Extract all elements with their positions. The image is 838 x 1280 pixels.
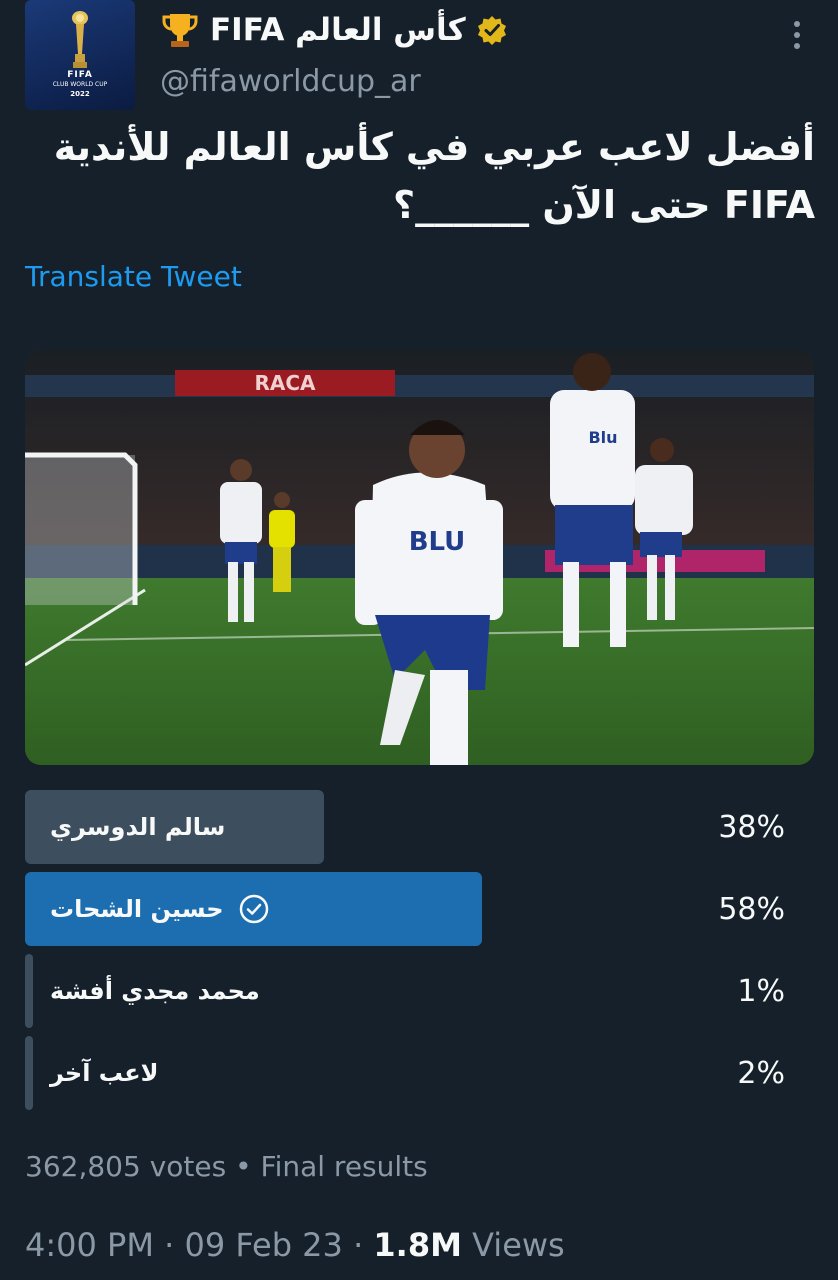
logo-year-text: 2022 bbox=[70, 90, 90, 98]
poll-option-percent: 38% bbox=[718, 809, 785, 845]
display-name: كأس العالم FIFA bbox=[210, 12, 466, 48]
poll-option-winner: حسين الشحات 58% bbox=[25, 872, 815, 946]
poll-option-label: سالم الدوسري bbox=[50, 813, 226, 841]
logo-fifa-text: FIFA bbox=[67, 70, 93, 80]
tweet-text: أفضل لاعب عربي في كأس العالم للأندية FIF… bbox=[53, 125, 815, 227]
poll-summary: 362,805 votes • Final results bbox=[25, 1150, 428, 1183]
display-name-row[interactable]: كأس العالم FIFA bbox=[160, 8, 508, 52]
stadium-banner-text: RACA bbox=[254, 371, 316, 395]
views-label: Views bbox=[461, 1226, 565, 1264]
svg-text:Blu: Blu bbox=[588, 428, 617, 447]
poll-option-label: لاعب آخر bbox=[50, 1059, 159, 1087]
poll-option-label-wrap: حسين الشحات bbox=[50, 872, 270, 946]
poll-result-bar bbox=[25, 1036, 33, 1110]
tweet-photo[interactable]: RACA Blu BLU bbox=[25, 350, 814, 765]
poll-option-percent: 58% bbox=[718, 891, 785, 927]
verified-icon bbox=[477, 16, 506, 45]
poll-option-label-wrap: لاعب آخر bbox=[50, 1036, 158, 1110]
translate-tweet-link[interactable]: Translate Tweet bbox=[25, 260, 242, 293]
poll-option: سالم الدوسري 38% bbox=[25, 790, 815, 864]
poll-option-label: حسين الشحات bbox=[50, 895, 224, 923]
logo-subtitle-text: CLUB WORLD CUP bbox=[52, 81, 108, 88]
tweet-header: FIFA CLUB WORLD CUP 2022 كأس العالم FIFA… bbox=[0, 0, 838, 120]
poll-option: محمد مجدي أفشة 1% bbox=[25, 954, 815, 1028]
tweet-meta: 4:00 PM · 09 Feb 23 · 1.8M Views bbox=[25, 1226, 565, 1264]
check-circle-icon bbox=[239, 894, 268, 924]
account-handle[interactable]: @fifaworldcup_ar bbox=[160, 64, 421, 99]
avatar[interactable]: FIFA CLUB WORLD CUP 2022 bbox=[25, 0, 135, 110]
trophy-icon bbox=[162, 14, 198, 47]
poll-option-label: محمد مجدي أفشة bbox=[50, 977, 260, 1005]
views-count[interactable]: 1.8M bbox=[373, 1226, 462, 1264]
svg-text:BLU: BLU bbox=[409, 527, 466, 557]
poll-result-bar bbox=[25, 954, 33, 1028]
football-celebration-image: RACA Blu BLU bbox=[25, 350, 814, 765]
poll-option-label-wrap: سالم الدوسري bbox=[50, 790, 225, 864]
poll-option-percent: 2% bbox=[737, 1055, 785, 1091]
poll-option-label-wrap: محمد مجدي أفشة bbox=[50, 954, 260, 1028]
poll-option-percent: 1% bbox=[737, 973, 785, 1009]
poll-option: لاعب آخر 2% bbox=[25, 1036, 815, 1110]
timestamp[interactable]: 4:00 PM · 09 Feb 23 · bbox=[25, 1226, 373, 1264]
more-options-icon[interactable] bbox=[790, 18, 804, 52]
club-world-cup-trophy-icon bbox=[72, 11, 88, 68]
